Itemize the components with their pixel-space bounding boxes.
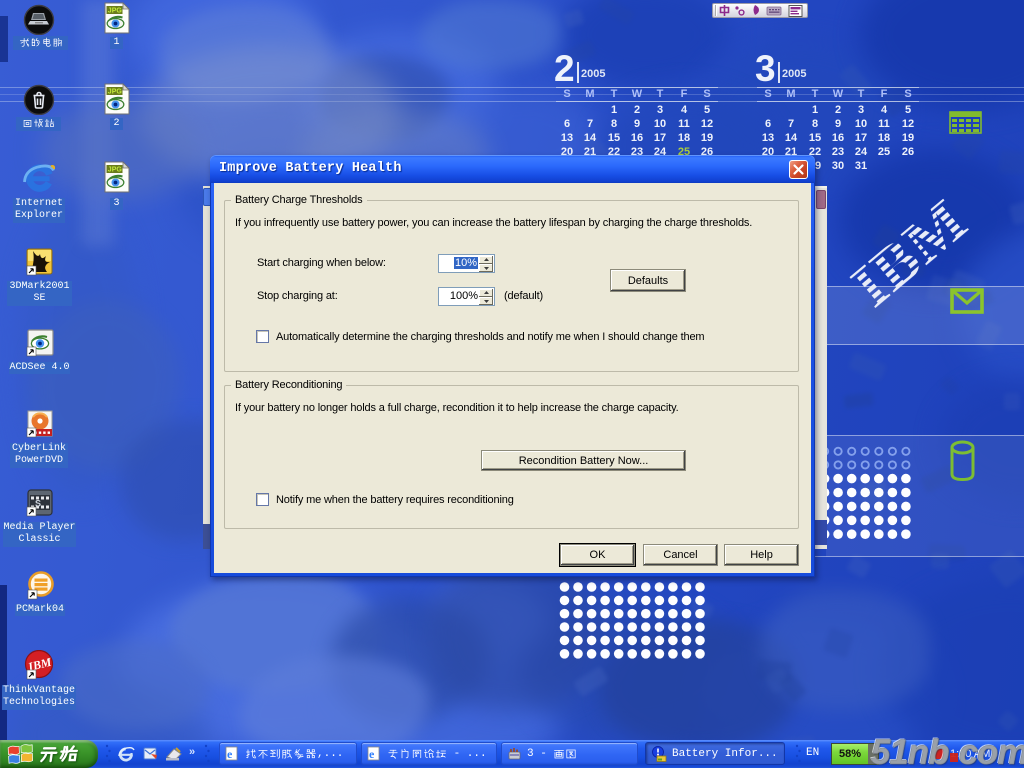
svg-text:JPG: JPG <box>108 8 123 15</box>
svg-text:JPG: JPG <box>108 167 123 174</box>
svg-text:e: e <box>369 747 375 761</box>
svg-text:JPG: JPG <box>108 89 123 96</box>
svg-text:e: e <box>227 747 233 761</box>
